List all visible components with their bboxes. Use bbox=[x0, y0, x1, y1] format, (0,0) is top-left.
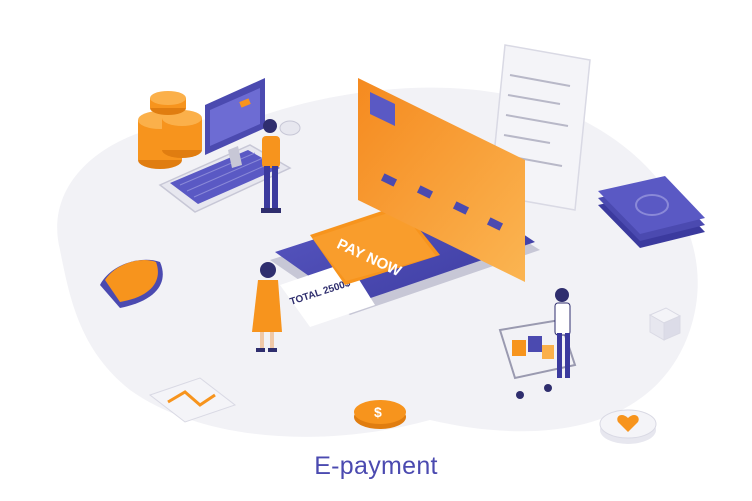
heart-badge-icon bbox=[599, 409, 657, 444]
coin-icon: $ bbox=[354, 400, 406, 429]
mouse-icon bbox=[279, 120, 301, 136]
coin-symbol: $ bbox=[374, 404, 382, 420]
e-payment-illustration: TOTAL 2500$ PAY NOW $ bbox=[57, 44, 705, 444]
caption-title: E-payment bbox=[314, 452, 438, 480]
